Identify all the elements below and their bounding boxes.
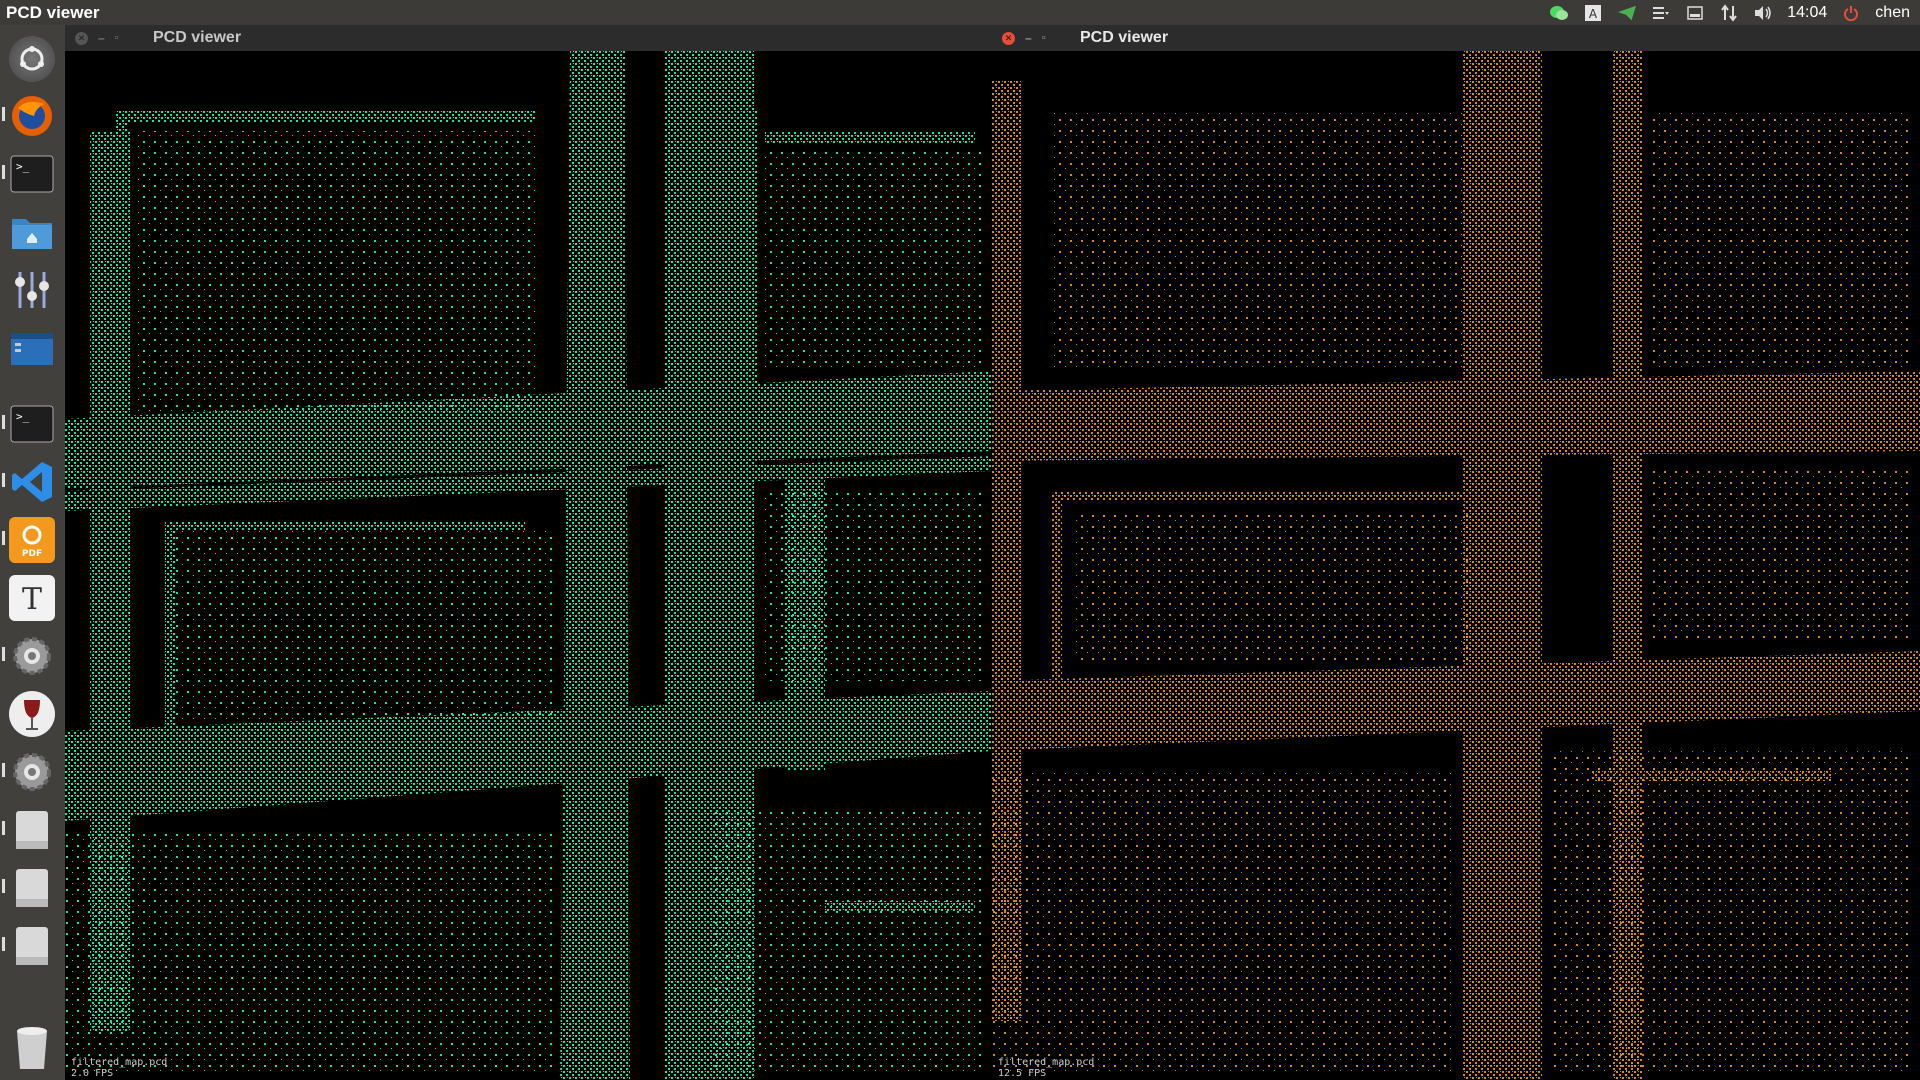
point-cloud-canvas[interactable]	[992, 51, 1920, 1080]
close-icon[interactable]: ✕	[75, 31, 88, 45]
keyboard-input-icon[interactable]: A	[1583, 4, 1603, 22]
volume-icon[interactable]	[1753, 4, 1773, 22]
system-settings-icon[interactable]	[9, 633, 55, 679]
battery-icon[interactable]	[1685, 4, 1705, 22]
close-icon[interactable]: ✕	[1002, 31, 1015, 45]
point-cloud-view[interactable]	[65, 51, 992, 1080]
filename-label: filtered_map.pcd	[998, 1057, 1095, 1068]
point-cloud-canvas[interactable]	[65, 51, 992, 1080]
minimize-icon[interactable]: –	[1025, 31, 1032, 45]
menu-icon[interactable]	[1651, 4, 1671, 22]
drive-2-icon[interactable]	[9, 865, 55, 911]
window-title: PCD viewer	[1080, 29, 1169, 46]
svg-text:PDF: PDF	[22, 549, 42, 559]
fps-label: 12.5 FPS	[998, 1068, 1047, 1079]
window-titlebar[interactable]: ✕ – ▫ PCD viewer	[992, 25, 1920, 51]
wine-icon[interactable]	[9, 691, 55, 737]
top-panel: PCD viewer A 14:04 chen	[0, 0, 1920, 25]
window-title: PCD viewer	[153, 29, 242, 46]
point-cloud-view[interactable]	[992, 51, 1920, 1080]
svg-text:>_: >_	[16, 410, 30, 423]
text-editor-icon[interactable]: T	[9, 575, 55, 621]
viewer-footer: filtered_map.pcd 2.0 FPS	[71, 1057, 167, 1079]
drive-1-icon[interactable]	[9, 807, 55, 853]
telegram-icon[interactable]	[1617, 4, 1637, 22]
svg-text:A: A	[1589, 7, 1598, 21]
active-app-title: PCD viewer	[6, 2, 100, 22]
maximize-icon[interactable]: ▫	[115, 32, 119, 44]
fps-label: 2.0 FPS	[71, 1068, 114, 1079]
vscode-icon[interactable]	[9, 459, 55, 505]
editor-window-icon[interactable]	[9, 325, 55, 371]
drive-3-icon[interactable]	[9, 923, 55, 969]
minimize-icon[interactable]: –	[98, 31, 105, 45]
system-tray: A 14:04 chen	[1549, 4, 1920, 22]
dash-home-icon[interactable]	[9, 36, 55, 82]
pdf-reader-icon[interactable]: PDF	[9, 517, 55, 563]
svg-text:>_: >_	[16, 160, 30, 173]
maximize-icon[interactable]: ▫	[1042, 32, 1046, 44]
svg-text:T: T	[22, 582, 42, 616]
files-icon[interactable]	[9, 209, 55, 255]
trash-icon[interactable]	[9, 1025, 55, 1071]
user-name[interactable]: chen	[1875, 4, 1910, 22]
filename-label: filtered_map.pcd	[71, 1057, 168, 1068]
terminal-2-icon[interactable]: >_	[9, 401, 55, 447]
pcd-viewer-window-left[interactable]: ✕ – ▫ PCD viewer filtered_map.pcd 2.0 FP…	[65, 25, 992, 1080]
clock[interactable]: 14:04	[1787, 4, 1827, 22]
window-titlebar[interactable]: ✕ – ▫ PCD viewer	[65, 25, 992, 51]
system-settings-2-icon[interactable]	[9, 749, 55, 795]
pcd-viewer-window-right[interactable]: ✕ – ▫ PCD viewer filtered_map.pcd 12.5 F…	[992, 25, 1920, 1080]
network-icon[interactable]	[1719, 3, 1739, 22]
viewer-footer: filtered_map.pcd 12.5 FPS	[998, 1057, 1094, 1079]
launcher: >_ >_ PDF T	[0, 25, 65, 1080]
mixer-settings-icon[interactable]	[9, 267, 55, 313]
wechat-icon[interactable]	[1549, 4, 1569, 22]
terminal-icon[interactable]: >_	[9, 151, 55, 197]
power-icon[interactable]	[1841, 4, 1861, 22]
firefox-icon[interactable]	[9, 93, 55, 139]
